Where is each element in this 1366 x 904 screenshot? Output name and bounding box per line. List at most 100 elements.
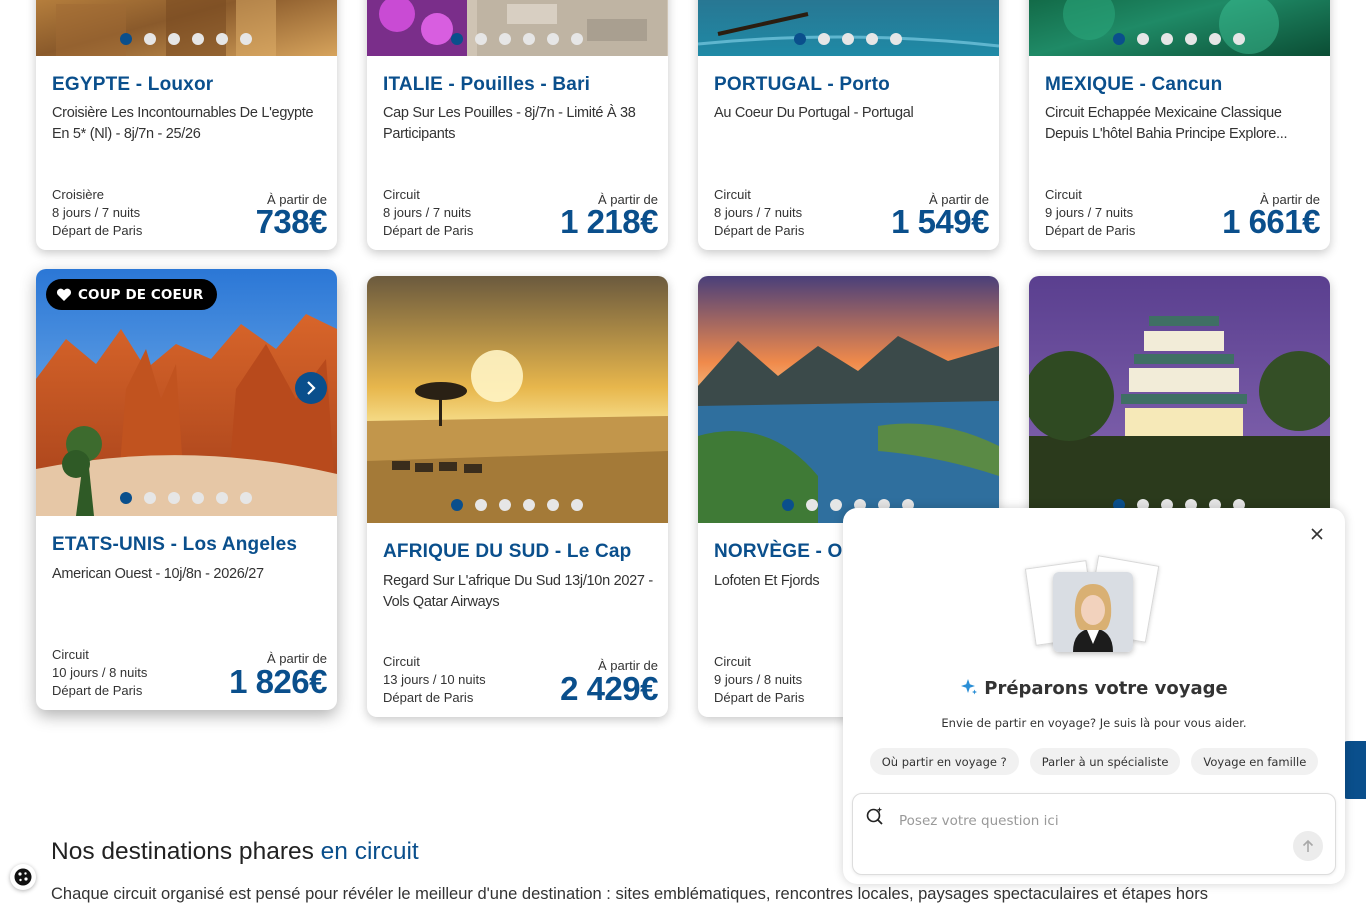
card-image[interactable] bbox=[698, 276, 999, 523]
carousel-dot[interactable] bbox=[523, 499, 535, 511]
send-button[interactable] bbox=[1293, 831, 1323, 861]
card-image[interactable] bbox=[367, 276, 668, 523]
carousel-dot[interactable] bbox=[782, 499, 794, 511]
carousel-dot[interactable] bbox=[1209, 33, 1221, 45]
carousel-dot[interactable] bbox=[547, 33, 559, 45]
card-description: Regard Sur L'afrique Du Sud 13j/10n 2027… bbox=[383, 573, 653, 610]
suggestion-chips: Où partir en voyage ? Parler à un spécia… bbox=[843, 748, 1345, 775]
trip-departure: Départ de Paris bbox=[52, 683, 143, 698]
suggestion-chip[interactable]: Parler à un spécialiste bbox=[1029, 748, 1181, 775]
carousel-dot[interactable] bbox=[547, 499, 559, 511]
card-title[interactable]: PORTUGAL - Porto bbox=[714, 74, 890, 96]
advisor-avatar bbox=[1053, 572, 1133, 652]
trip-departure: Départ de Paris bbox=[1045, 223, 1136, 238]
badge-label: COUP DE COEUR bbox=[78, 286, 204, 303]
chat-input-box bbox=[852, 793, 1336, 875]
trip-type: Circuit bbox=[1045, 187, 1082, 202]
carousel-next-button[interactable] bbox=[295, 372, 327, 404]
carousel-dot[interactable] bbox=[144, 33, 156, 45]
cookie-settings-button[interactable] bbox=[10, 864, 36, 890]
carousel-dot[interactable] bbox=[499, 499, 511, 511]
card-image[interactable] bbox=[367, 0, 668, 56]
carousel-dot[interactable] bbox=[168, 33, 180, 45]
carousel-dot[interactable] bbox=[451, 499, 463, 511]
carousel-dot[interactable] bbox=[120, 33, 132, 45]
suggestion-chip[interactable]: Où partir en voyage ? bbox=[869, 748, 1019, 775]
trip-departure: Départ de Paris bbox=[714, 223, 805, 238]
trip-type: Circuit bbox=[714, 187, 751, 202]
chat-title: Préparons votre voyage bbox=[843, 678, 1345, 699]
carousel-dot[interactable] bbox=[451, 33, 463, 45]
carousel-dot[interactable] bbox=[192, 492, 204, 504]
trip-departure: Départ de Paris bbox=[714, 690, 805, 705]
trip-duration: 9 jours / 8 nuits bbox=[714, 672, 803, 687]
carousel-dot[interactable] bbox=[240, 33, 252, 45]
carousel-dots bbox=[120, 492, 252, 504]
chat-question-input[interactable] bbox=[897, 808, 1291, 834]
card-price: 738€ bbox=[255, 203, 328, 240]
chat-widget: Préparons votre voyage Envie de partir e… bbox=[843, 508, 1345, 884]
card-image[interactable] bbox=[698, 0, 999, 56]
card-title[interactable]: ETATS-UNIS - Los Angeles bbox=[52, 534, 297, 556]
trip-type: Circuit bbox=[52, 647, 89, 662]
carousel-dot[interactable] bbox=[830, 499, 842, 511]
carousel-dot[interactable] bbox=[475, 499, 487, 511]
carousel-dot[interactable] bbox=[1233, 33, 1245, 45]
carousel-dots bbox=[451, 499, 583, 511]
trip-type: Circuit bbox=[383, 654, 420, 669]
card-title[interactable]: MEXIQUE - Cancun bbox=[1045, 74, 1222, 96]
carousel-dot[interactable] bbox=[794, 33, 806, 45]
carousel-dot[interactable] bbox=[842, 33, 854, 45]
card-title[interactable]: NORVÈGE - Os bbox=[714, 541, 853, 563]
carousel-dot[interactable] bbox=[168, 492, 180, 504]
carousel-dot[interactable] bbox=[216, 33, 228, 45]
carousel-dot[interactable] bbox=[523, 33, 535, 45]
carousel-dot[interactable] bbox=[1113, 33, 1125, 45]
trip-card-egypte[interactable]: EGYPTE - Louxor Croisière Les Incontourn… bbox=[36, 0, 337, 250]
carousel-dot[interactable] bbox=[1185, 33, 1197, 45]
carousel-dot[interactable] bbox=[818, 33, 830, 45]
carousel-dot[interactable] bbox=[571, 33, 583, 45]
carousel-dot[interactable] bbox=[240, 492, 252, 504]
section-intro: Chaque circuit organisé est pensé pour r… bbox=[51, 885, 1208, 903]
carousel-dot[interactable] bbox=[806, 499, 818, 511]
section-title-accent: en circuit bbox=[320, 838, 419, 865]
card-title[interactable]: AFRIQUE DU SUD - Le Cap bbox=[383, 541, 631, 563]
card-title[interactable]: ITALIE - Pouilles - Bari bbox=[383, 74, 590, 96]
card-image[interactable] bbox=[36, 0, 337, 56]
carousel-dot[interactable] bbox=[192, 33, 204, 45]
carousel-dot[interactable] bbox=[216, 492, 228, 504]
carousel-dot[interactable] bbox=[475, 33, 487, 45]
card-image[interactable] bbox=[1029, 0, 1330, 56]
trip-card-italie[interactable]: ITALIE - Pouilles - Bari Cap Sur Les Pou… bbox=[367, 0, 668, 250]
carousel-dot[interactable] bbox=[1161, 33, 1173, 45]
card-price: 1 826€ bbox=[229, 663, 327, 700]
trip-duration: 8 jours / 7 nuits bbox=[383, 205, 472, 220]
section-title: Nos destinations phares en circuit bbox=[51, 838, 419, 866]
card-meta: Circuit 10 jours / 8 nuits Départ de Par… bbox=[52, 646, 147, 700]
card-image[interactable] bbox=[1029, 276, 1330, 523]
trip-card-etats-unis[interactable]: COUP DE COEUR ETATS-UNIS - Los Angeles A… bbox=[36, 269, 337, 710]
card-description: Croisière Les Incontournables De L'egypt… bbox=[52, 105, 314, 142]
carousel-dot[interactable] bbox=[866, 33, 878, 45]
carousel-dot[interactable] bbox=[144, 492, 156, 504]
trip-card-afrique-du-sud[interactable]: AFRIQUE DU SUD - Le Cap Regard Sur L'afr… bbox=[367, 276, 668, 717]
card-title[interactable]: EGYPTE - Louxor bbox=[52, 74, 213, 96]
trip-card-mexique[interactable]: MEXIQUE - Cancun Circuit Echappée Mexica… bbox=[1029, 0, 1330, 250]
card-description: Cap Sur Les Pouilles - 8j/7n - Limité À … bbox=[383, 105, 636, 142]
carousel-dot[interactable] bbox=[571, 499, 583, 511]
trip-type: Circuit bbox=[383, 187, 420, 202]
carousel-dot[interactable] bbox=[1137, 33, 1149, 45]
trip-type: Circuit bbox=[714, 654, 751, 669]
trip-duration: 8 jours / 7 nuits bbox=[714, 205, 803, 220]
trip-card-portugal[interactable]: PORTUGAL - Porto Au Coeur Du Portugal - … bbox=[698, 0, 999, 250]
trip-duration: 10 jours / 8 nuits bbox=[52, 665, 148, 680]
carousel-dot[interactable] bbox=[890, 33, 902, 45]
suggestion-chip[interactable]: Voyage en famille bbox=[1191, 748, 1319, 775]
carousel-dot[interactable] bbox=[120, 492, 132, 504]
close-chat-button[interactable] bbox=[1307, 524, 1327, 544]
carousel-dot[interactable] bbox=[499, 33, 511, 45]
card-description: American Ouest - 10j/8n - 2026/27 bbox=[52, 566, 264, 582]
card-meta: Circuit 9 jours / 8 nuits Départ de Pari… bbox=[714, 653, 804, 707]
chat-subtitle: Envie de partir en voyage? Je suis là po… bbox=[941, 716, 1247, 730]
